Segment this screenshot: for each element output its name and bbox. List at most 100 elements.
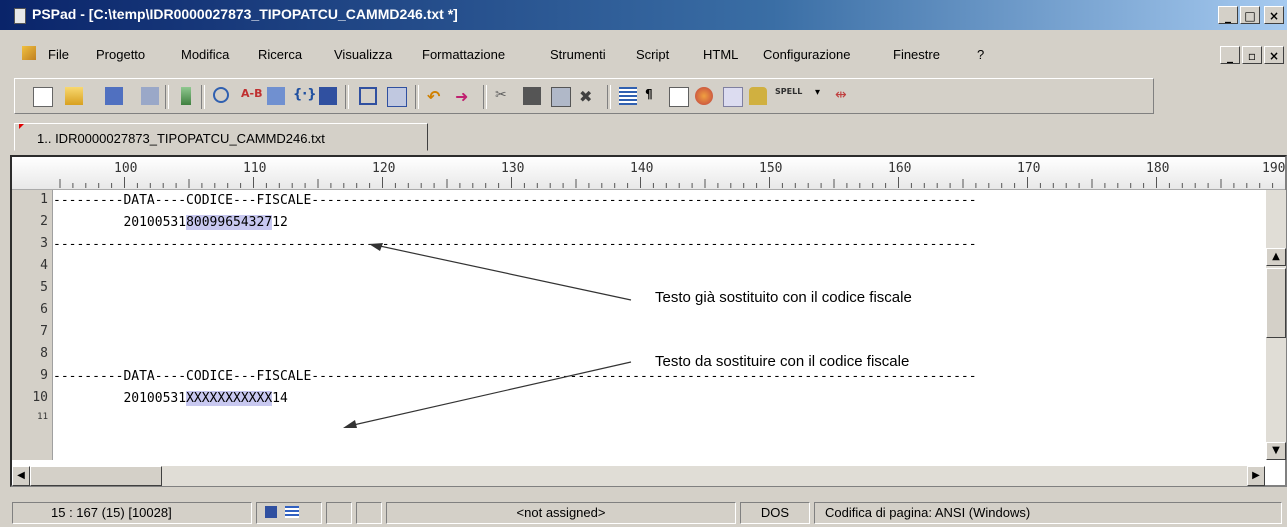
menu-bar: File Progetto Modifica Ricerca Visualizz… xyxy=(0,42,1287,68)
menu-strumenti[interactable]: Strumenti xyxy=(550,47,606,62)
line-number: 3 xyxy=(40,236,48,251)
arrow-head-replaced xyxy=(369,243,383,251)
compare-icon[interactable] xyxy=(319,87,337,105)
menu-ricerca[interactable]: Ricerca xyxy=(258,47,302,62)
lock-icon[interactable] xyxy=(749,87,767,105)
ruler-label: 160 xyxy=(888,161,912,176)
vertical-scrollbar[interactable]: ▲ ▼ xyxy=(1265,190,1286,460)
line-ending-status[interactable]: DOS xyxy=(740,502,810,524)
find-icon[interactable] xyxy=(213,87,229,103)
menu-formattazione[interactable]: Formattazione xyxy=(422,47,505,62)
spell-dropdown-icon[interactable]: ▾ xyxy=(815,87,833,105)
close-button[interactable]: × xyxy=(1264,6,1284,24)
save-all-icon[interactable] xyxy=(141,87,159,105)
line-number-gutter: 1 2 3 4 5 6 7 8 9 10 11 xyxy=(12,190,53,460)
menu-file[interactable]: File xyxy=(48,47,69,62)
scroll-right-button[interactable]: ▶ xyxy=(1247,466,1265,486)
doc-restore-button[interactable]: ▫ xyxy=(1242,46,1262,64)
new-file-icon[interactable] xyxy=(33,87,53,107)
ruler-label: 170 xyxy=(1017,161,1041,176)
color-icon[interactable] xyxy=(695,87,713,105)
menu-progetto[interactable]: Progetto xyxy=(96,47,145,62)
line-number: 4 xyxy=(40,258,48,273)
code-icon[interactable]: {·} xyxy=(293,87,316,105)
line-number: 1 xyxy=(40,192,48,207)
window-title: PSPad - [C:\temp\IDR0000027873_TIPOPATCU… xyxy=(32,6,458,22)
toolbar-separator xyxy=(345,85,349,109)
ruler: 100 110 120 130 140 150 160 170 180 190 xyxy=(12,157,1285,190)
copy-icon[interactable] xyxy=(523,87,541,105)
toolbar-separator xyxy=(415,85,419,109)
menu-script[interactable]: Script xyxy=(636,47,669,62)
toolbar-separator xyxy=(165,85,169,109)
line-number: 2 xyxy=(40,214,48,229)
pin-icon[interactable]: ⇹ xyxy=(835,87,853,105)
status-cell xyxy=(326,502,352,524)
toolbar-separator xyxy=(607,85,611,109)
toolbar-separator xyxy=(483,85,487,109)
toolbar-separator xyxy=(201,85,205,109)
menu-configurazione[interactable]: Configurazione xyxy=(763,47,850,62)
menu-finestre[interactable]: Finestre xyxy=(893,47,940,62)
line-number: 6 xyxy=(40,302,48,317)
preview-icon[interactable] xyxy=(359,87,377,105)
menu-modifica[interactable]: Modifica xyxy=(181,47,229,62)
scroll-down-button[interactable]: ▼ xyxy=(1266,442,1286,460)
menu-help[interactable]: ? xyxy=(977,47,984,62)
ruler-label: 120 xyxy=(372,161,396,176)
document-icon[interactable] xyxy=(22,46,36,60)
horizontal-scroll-thumb[interactable] xyxy=(30,466,162,486)
pilcrow-icon[interactable]: ¶ xyxy=(645,87,663,105)
encoding-status[interactable]: Codifica di pagina: ANSI (Windows) xyxy=(814,502,1282,524)
scroll-up-button[interactable]: ▲ xyxy=(1266,248,1286,266)
tab-document[interactable]: 1.. IDR0000027873_TIPOPATCU_CAMMD246.txt xyxy=(14,123,428,151)
text-editor[interactable]: ---------DATA----CODICE---FISCALE-------… xyxy=(53,190,1265,460)
doc-close-button[interactable]: × xyxy=(1264,46,1284,64)
annotation-arrows xyxy=(343,243,632,428)
menu-html[interactable]: HTML xyxy=(703,47,738,62)
toolbar: A‑B {·} ↶ ➜ ✂ ✖ ¶ SPELL ▾ ⇹ xyxy=(14,78,1154,114)
undo-icon[interactable]: ↶ xyxy=(427,87,445,106)
wrap-state-icon[interactable] xyxy=(285,506,299,518)
delete-icon[interactable]: ✖ xyxy=(579,87,597,106)
line-number: 7 xyxy=(40,324,48,339)
app-icon[interactable] xyxy=(14,8,26,24)
save-icon[interactable] xyxy=(105,87,123,105)
cut-icon[interactable]: ✂ xyxy=(495,87,513,105)
wrap-icon[interactable] xyxy=(619,87,637,105)
modified-marker xyxy=(19,124,24,129)
save-state-icon[interactable] xyxy=(265,506,277,518)
vertical-scroll-thumb[interactable] xyxy=(1266,268,1286,338)
spell-icon[interactable]: SPELL xyxy=(775,87,811,105)
paste-icon[interactable] xyxy=(551,87,571,107)
doc-minimize-button[interactable]: _ xyxy=(1220,46,1240,64)
insert-text-icon[interactable] xyxy=(267,87,285,105)
project-tree-icon[interactable] xyxy=(181,87,191,105)
tab-bar: 1.. IDR0000027873_TIPOPATCU_CAMMD246.txt xyxy=(0,119,1287,153)
line-number: 10 xyxy=(32,390,48,405)
ruler-label: 100 xyxy=(114,161,138,176)
open-file-icon[interactable] xyxy=(65,87,83,105)
arrow-head-to-replace xyxy=(343,420,357,428)
tab-label: 1.. IDR0000027873_TIPOPATCU_CAMMD246.txt xyxy=(37,131,325,146)
print-icon[interactable] xyxy=(387,87,407,107)
arrow-line-replaced xyxy=(374,244,632,301)
arrow-line-to-replace xyxy=(348,361,632,427)
ruler-label: 110 xyxy=(243,161,267,176)
annotation-replaced: Testo già sostituito con il codice fisca… xyxy=(655,289,912,306)
block-icon[interactable] xyxy=(723,87,743,107)
menu-visualizza[interactable]: Visualizza xyxy=(334,47,392,62)
scroll-left-button[interactable]: ◀ xyxy=(12,466,30,486)
line-number: 5 xyxy=(40,280,48,295)
status-bar: 15 : 167 (15) [10028] <not assigned> DOS… xyxy=(0,494,1287,527)
ruler-label: 180 xyxy=(1146,161,1170,176)
line-number: 9 xyxy=(40,368,48,383)
ruler-label: 140 xyxy=(630,161,654,176)
minimize-button[interactable]: _ xyxy=(1218,6,1238,24)
replace-icon[interactable]: A‑B xyxy=(241,87,262,105)
horizontal-scrollbar[interactable]: ◀ ▶ xyxy=(12,466,1265,486)
column-icon[interactable] xyxy=(669,87,689,107)
redo-icon[interactable]: ➜ xyxy=(455,87,473,106)
maximize-button[interactable]: □ xyxy=(1240,6,1260,24)
highlighter-status[interactable]: <not assigned> xyxy=(386,502,736,524)
